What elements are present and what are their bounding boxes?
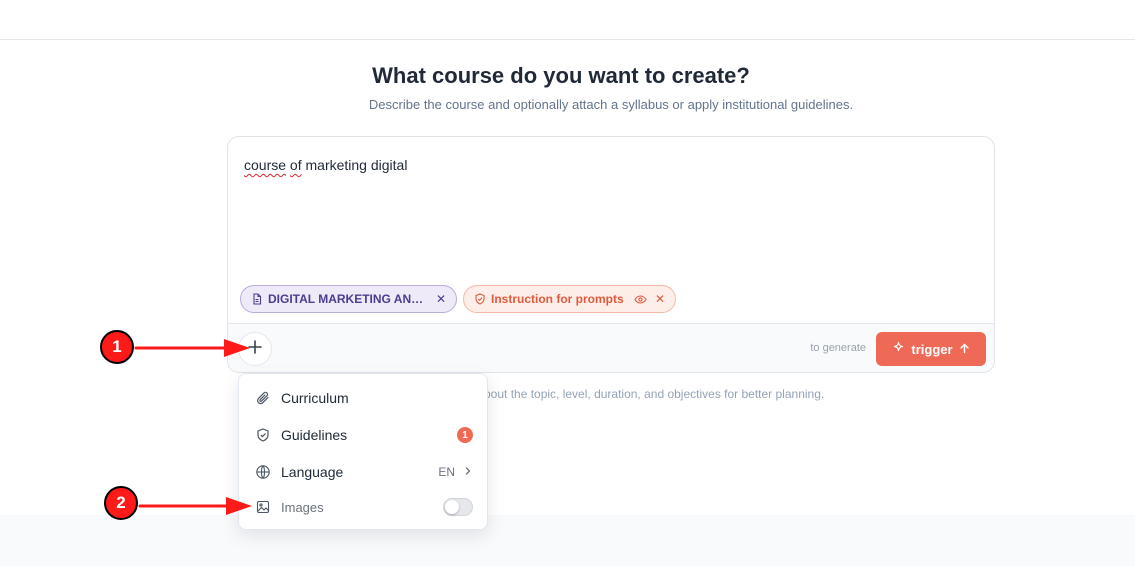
- guidelines-chip-close-icon[interactable]: ✕: [655, 292, 665, 306]
- annotation-marker-2: 2: [104, 486, 138, 520]
- prompt-word-misspelled: course: [244, 157, 287, 173]
- trigger-label: trigger: [911, 341, 953, 357]
- image-icon: [255, 499, 271, 515]
- prompt-text: marketing digital: [305, 157, 408, 173]
- syllabus-chip-label: DIGITAL MARKETING AN…: [268, 292, 424, 306]
- menu-item-label: Images: [281, 499, 324, 515]
- annotation-arrow-2: [138, 497, 252, 515]
- sparkle-icon: [892, 341, 905, 357]
- planning-tip: bout the topic, level, duration, and obj…: [484, 387, 825, 401]
- toggle-knob: [445, 500, 459, 514]
- bottom-band: [0, 515, 1135, 566]
- shield-icon: [474, 293, 486, 305]
- annotation-marker-1: 1: [100, 330, 134, 364]
- document-icon: [251, 293, 263, 305]
- menu-item-label: Language: [281, 464, 344, 480]
- generate-hint: to generate: [810, 342, 866, 354]
- menu-item-curriculum[interactable]: Curriculum: [239, 380, 489, 416]
- guidelines-chip-label: Instruction for prompts: [491, 292, 624, 306]
- guidelines-count-badge: 1: [457, 427, 473, 443]
- images-toggle[interactable]: [443, 498, 473, 516]
- prompt-word-misspelled: of: [289, 157, 302, 173]
- eye-icon[interactable]: [634, 293, 647, 306]
- attach-menu: Curriculum Guidelines 1 Language EN Imag…: [238, 373, 488, 530]
- menu-item-guidelines[interactable]: Guidelines 1: [239, 417, 489, 453]
- chevron-right-icon: [463, 463, 473, 481]
- menu-item-label: Curriculum: [281, 390, 349, 406]
- composer-footer: to generate trigger: [228, 323, 994, 372]
- arrow-up-icon: [959, 342, 970, 357]
- course-composer: course of marketing digital DIGITAL MARK…: [227, 136, 995, 373]
- menu-item-images[interactable]: Images: [239, 489, 489, 525]
- prompt-textarea[interactable]: course of marketing digital: [244, 157, 407, 173]
- shield-check-icon: [255, 427, 271, 443]
- language-value: EN: [438, 465, 455, 479]
- top-bar: [0, 0, 1135, 40]
- page-title: What course do you want to create?: [372, 63, 750, 88]
- guidelines-chip[interactable]: Instruction for prompts ✕: [463, 285, 676, 313]
- page-subtitle: Describe the course and optionally attac…: [368, 97, 854, 112]
- syllabus-chip-close-icon[interactable]: ✕: [436, 292, 446, 306]
- globe-icon: [255, 464, 271, 480]
- trigger-button[interactable]: trigger: [876, 332, 986, 366]
- annotation-arrow-1: [134, 339, 250, 357]
- syllabus-chip[interactable]: DIGITAL MARKETING AN… ✕: [240, 285, 457, 313]
- menu-item-language[interactable]: Language EN: [239, 454, 489, 490]
- paperclip-icon: [255, 390, 271, 406]
- menu-item-label: Guidelines: [281, 427, 348, 443]
